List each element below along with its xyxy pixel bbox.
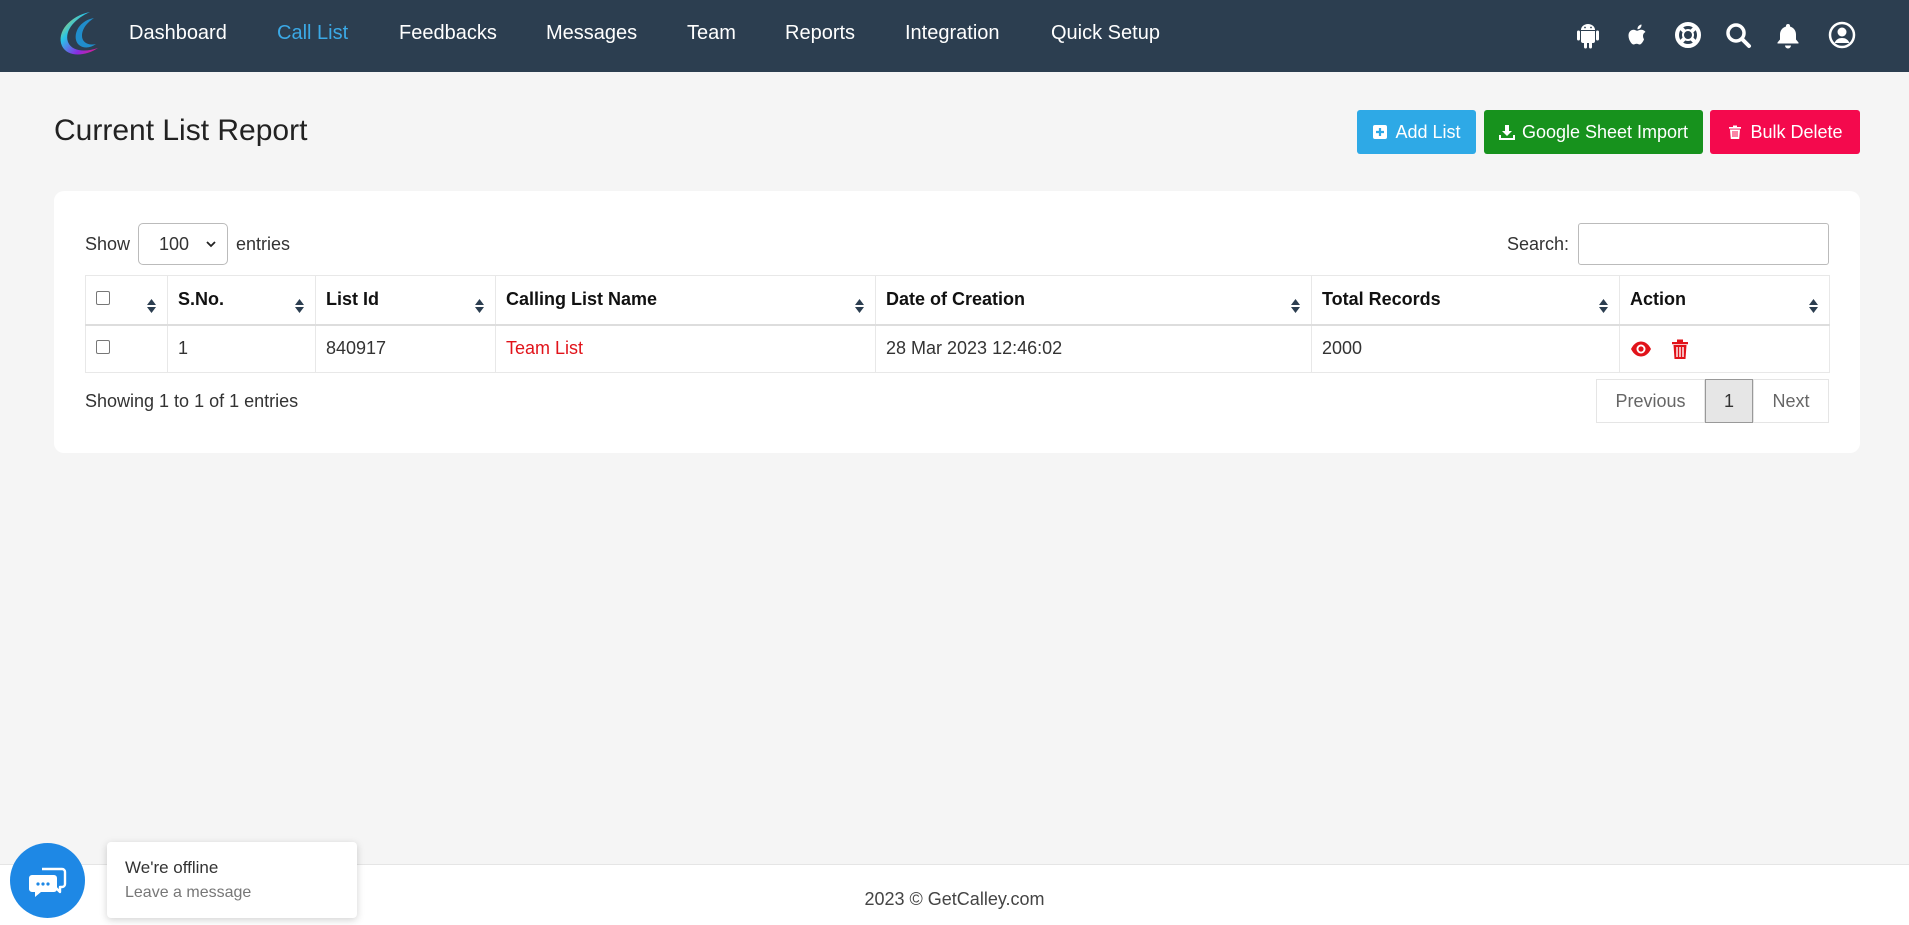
chat-subtitle: Leave a message bbox=[125, 884, 252, 901]
nav-integration[interactable]: Integration bbox=[905, 22, 1000, 45]
select-all-checkbox[interactable] bbox=[96, 291, 110, 306]
header-total-records[interactable]: Total Records bbox=[1311, 275, 1620, 326]
header-action[interactable]: Action bbox=[1619, 275, 1830, 326]
cell-total-records: 2000 bbox=[1311, 324, 1620, 373]
google-sheet-import-label: Google Sheet Import bbox=[1521, 121, 1689, 142]
header-list-id[interactable]: List Id bbox=[315, 275, 496, 326]
page-title: Current List Report bbox=[54, 114, 308, 147]
nav-dashboard[interactable]: Dashboard bbox=[129, 22, 227, 45]
bell-icon[interactable] bbox=[1773, 20, 1803, 50]
search-label: Search: bbox=[1506, 233, 1569, 254]
google-sheet-import-button[interactable]: Google Sheet Import bbox=[1484, 110, 1703, 154]
header-sno-label: S.No. bbox=[178, 289, 225, 310]
chat-icon bbox=[28, 867, 66, 897]
chat-title: We're offline bbox=[125, 858, 219, 877]
cell-list-id: 840917 bbox=[315, 324, 496, 373]
apple-icon[interactable] bbox=[1623, 20, 1653, 50]
header-calling-list-name-label: Calling List Name bbox=[506, 289, 658, 310]
cell-date-of-creation: 28 Mar 2023 12:46:02 bbox=[875, 324, 1312, 373]
nav-call-list[interactable]: Call List bbox=[277, 22, 348, 45]
entries-select-value: 100 bbox=[159, 233, 190, 254]
delete-trash-icon[interactable] bbox=[1669, 338, 1691, 360]
chat-launcher-button[interactable] bbox=[10, 843, 85, 918]
trash-icon bbox=[1729, 125, 1742, 139]
search-input[interactable] bbox=[1578, 223, 1829, 265]
entries-label: entries bbox=[236, 233, 291, 254]
nav-feedbacks[interactable]: Feedbacks bbox=[399, 22, 497, 45]
sort-icon bbox=[147, 299, 156, 313]
table-info: Showing 1 to 1 of 1 entries bbox=[85, 391, 299, 411]
table-header-row: S.No. List Id Calling List Name Date of … bbox=[85, 275, 1830, 326]
cell-sno: 1 bbox=[167, 324, 316, 373]
entries-length-control: Show 100 entries bbox=[85, 223, 290, 265]
sort-icon bbox=[1599, 299, 1608, 313]
table-search: Search: bbox=[1507, 223, 1829, 265]
sort-icon bbox=[1809, 299, 1818, 313]
view-eye-icon[interactable] bbox=[1630, 338, 1652, 360]
chat-offline-card[interactable]: We're offline Leave a message bbox=[107, 842, 357, 918]
select-all-header[interactable] bbox=[85, 275, 168, 326]
search-icon[interactable] bbox=[1723, 20, 1753, 50]
bulk-delete-button[interactable]: Bulk Delete bbox=[1710, 110, 1860, 154]
list-report-card: Show 100 entries Search: S.No. List Id C… bbox=[54, 191, 1860, 453]
sort-icon bbox=[295, 299, 304, 313]
header-action-label: Action bbox=[1630, 289, 1686, 310]
entries-per-page-select[interactable]: 100 bbox=[138, 223, 229, 265]
show-label: Show bbox=[85, 233, 131, 254]
sort-icon bbox=[1291, 299, 1300, 313]
plus-square-icon bbox=[1373, 125, 1388, 139]
calling-list-name-link[interactable]: Team List bbox=[506, 338, 583, 358]
previous-page-button[interactable]: Previous bbox=[1596, 379, 1705, 423]
cell-calling-list-name: Team List bbox=[495, 324, 876, 373]
row-checkbox[interactable] bbox=[96, 340, 110, 355]
page-1-button[interactable]: 1 bbox=[1705, 379, 1753, 423]
header-list-id-label: List Id bbox=[326, 289, 379, 310]
header-total-records-label: Total Records bbox=[1322, 289, 1441, 310]
calling-list-table: S.No. List Id Calling List Name Date of … bbox=[85, 275, 1830, 373]
nav-reports[interactable]: Reports bbox=[785, 22, 855, 45]
android-icon[interactable] bbox=[1573, 20, 1603, 50]
table-row: 1 840917 Team List 28 Mar 2023 12:46:02 … bbox=[85, 324, 1830, 373]
sort-icon bbox=[855, 299, 864, 313]
nav-messages[interactable]: Messages bbox=[546, 22, 637, 45]
user-circle-icon[interactable] bbox=[1827, 20, 1857, 50]
top-navbar: Dashboard Call List Feedbacks Messages T… bbox=[0, 0, 1909, 72]
next-page-button[interactable]: Next bbox=[1753, 379, 1829, 423]
header-date-of-creation-label: Date of Creation bbox=[886, 289, 1026, 310]
lifebuoy-icon[interactable] bbox=[1673, 20, 1703, 50]
add-list-button[interactable]: Add List bbox=[1357, 110, 1476, 154]
header-calling-list-name[interactable]: Calling List Name bbox=[495, 275, 876, 326]
cell-action bbox=[1619, 324, 1830, 373]
nav-team[interactable]: Team bbox=[687, 22, 736, 45]
header-sno[interactable]: S.No. bbox=[167, 275, 316, 326]
row-select-cell bbox=[85, 324, 168, 373]
add-list-label: Add List bbox=[1395, 121, 1461, 142]
chevron-down-icon bbox=[206, 241, 216, 248]
app-logo[interactable] bbox=[52, 8, 104, 60]
nav-quick-setup[interactable]: Quick Setup bbox=[1051, 22, 1160, 45]
download-icon bbox=[1498, 125, 1515, 140]
sort-icon bbox=[475, 299, 484, 313]
header-date-of-creation[interactable]: Date of Creation bbox=[875, 275, 1312, 326]
pagination: Previous 1 Next bbox=[1596, 379, 1829, 423]
bulk-delete-label: Bulk Delete bbox=[1750, 121, 1843, 142]
